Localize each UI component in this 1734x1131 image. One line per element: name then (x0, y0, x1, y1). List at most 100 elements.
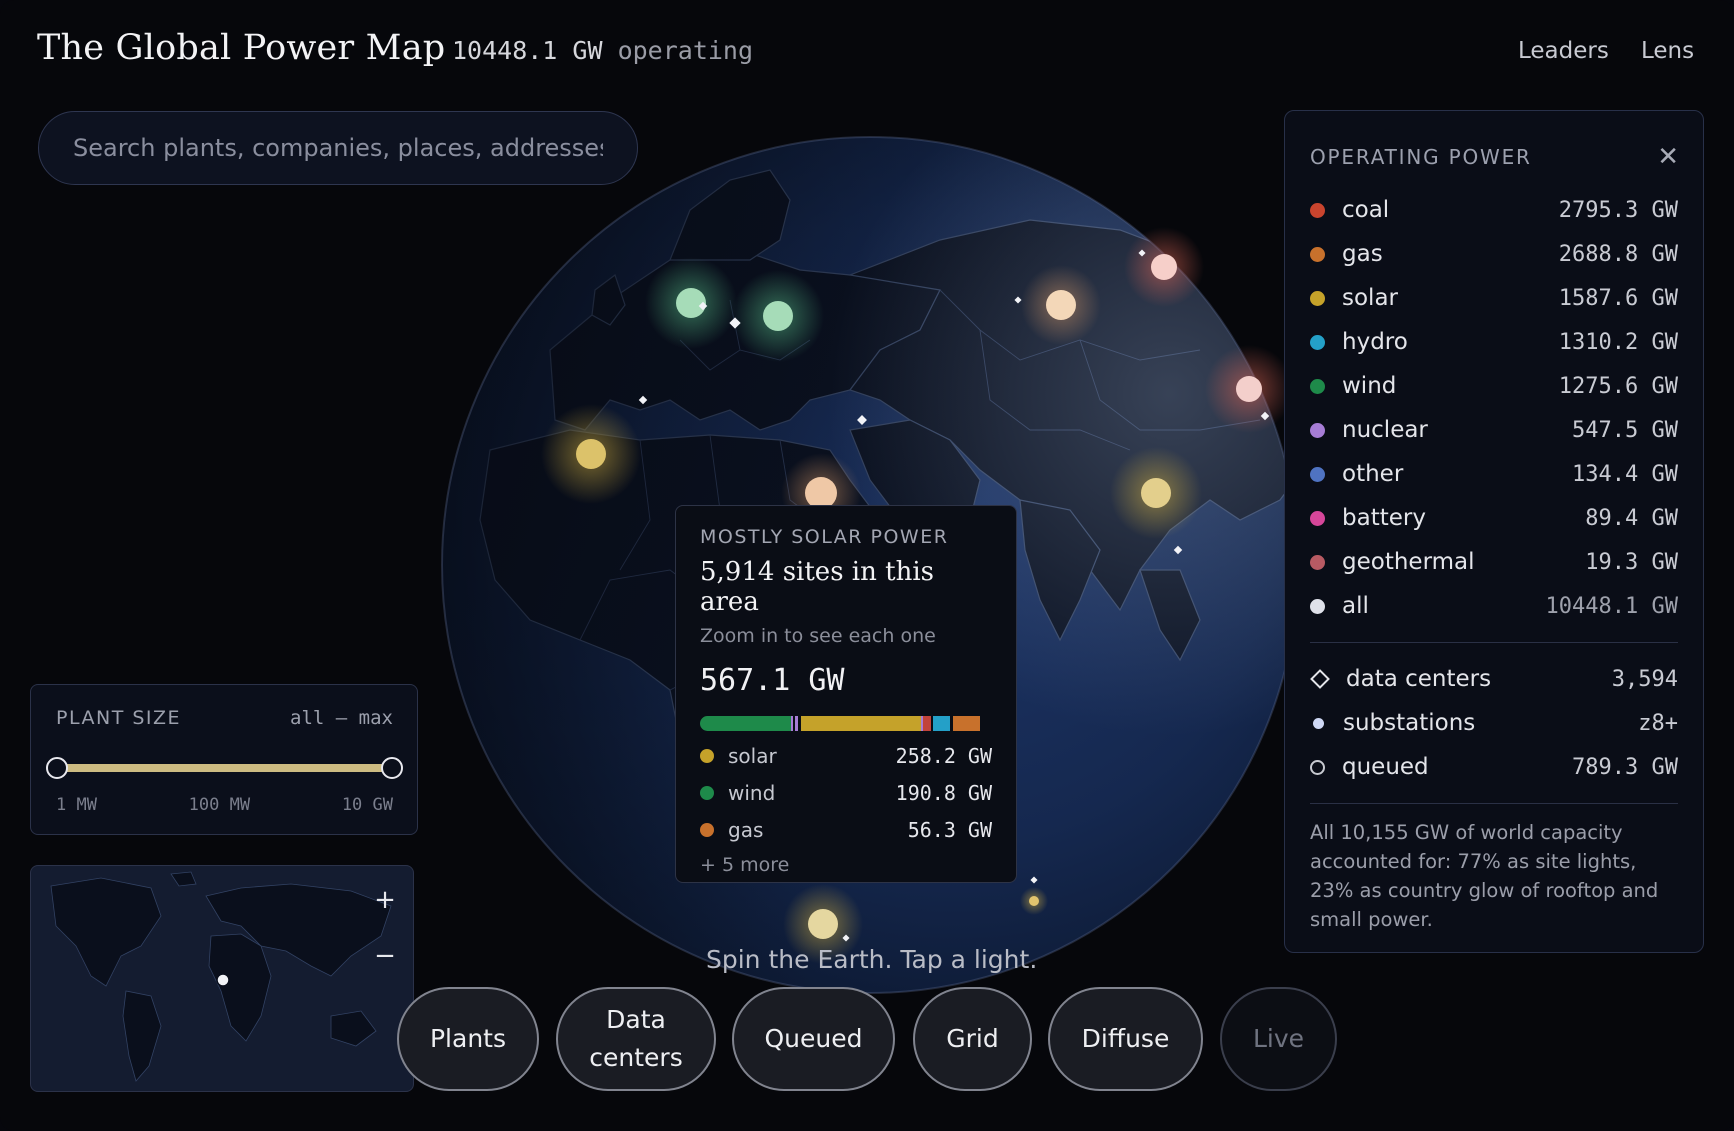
mix-bar-segment (923, 716, 931, 731)
search-box[interactable] (38, 111, 638, 185)
operating-total: 10448.1 GW operating (452, 36, 753, 65)
layer-label: queued (1342, 754, 1429, 780)
interaction-hint: Spin the Earth. Tap a light. (706, 945, 1038, 974)
source-label: hydro (1342, 329, 1408, 355)
wind-dot-icon (1310, 378, 1325, 394)
source-value: 10448.1 GW (1545, 593, 1678, 619)
source-list: coal 2795.3 GW gas 2688.8 GW solar 1587.… (1310, 188, 1678, 934)
mix-bar-segment (932, 716, 951, 731)
app-title: The Global Power Map (37, 28, 446, 68)
plant-size-slider-track[interactable] (57, 764, 393, 772)
tooltip-row: gas 56.3 GW (700, 817, 992, 842)
plant-size-title: PLANT SIZE (56, 707, 182, 729)
layer-label: substations (1343, 710, 1476, 736)
source-value: 547.5 GW (1572, 417, 1678, 443)
search-input[interactable] (39, 112, 637, 184)
operating-total-value: 10448.1 GW (452, 36, 603, 65)
light-gas-cluster[interactable] (1046, 290, 1076, 320)
source-value: 19.3 GW (1585, 549, 1678, 575)
ring-icon (1310, 759, 1325, 775)
source-row-solar[interactable]: solar 1587.6 GW (1310, 276, 1678, 320)
source-label: wind (1342, 373, 1397, 399)
close-icon[interactable]: ✕ (1657, 142, 1679, 172)
diffuse-button[interactable]: Diffuse (1048, 987, 1203, 1091)
live-button[interactable]: Live (1220, 987, 1337, 1091)
light-solar-cluster[interactable] (576, 439, 606, 469)
plant-size-min-handle[interactable] (46, 757, 68, 779)
tooltip-row-value: 258.2 GW (895, 743, 992, 768)
plants-button[interactable]: Plants (397, 987, 539, 1091)
queued-button-label: Queued (764, 1024, 863, 1053)
label-line: Data (606, 1005, 666, 1034)
light-wind-cluster[interactable] (676, 288, 706, 318)
source-row-wind[interactable]: wind 1275.6 GW (1310, 364, 1678, 408)
substation-dot-icon (1313, 717, 1324, 729)
tooltip-row-value: 190.8 GW (895, 780, 992, 805)
source-row-geothermal[interactable]: geothermal 19.3 GW (1310, 540, 1678, 584)
light-coal-cluster[interactable] (1236, 376, 1262, 402)
source-label: all (1342, 593, 1369, 619)
divider (1310, 803, 1678, 804)
light-solar-site[interactable] (1029, 896, 1039, 906)
light-solar-cluster[interactable] (1141, 478, 1171, 508)
all-dot-icon (1310, 598, 1325, 614)
source-row-gas[interactable]: gas 2688.8 GW (1310, 232, 1678, 276)
diamond-icon (1310, 669, 1330, 689)
cluster-tooltip: MOSTLY SOLAR POWER 5,914 sites in this a… (675, 505, 1017, 883)
label-line: centers (589, 1043, 683, 1072)
plant-size-range: all — max (290, 707, 393, 729)
operating-power-panel: OPERATING POWER ✕ coal 2795.3 GW gas 268… (1284, 110, 1704, 953)
mix-bar-segment (952, 716, 981, 731)
tick-label: 10 GW (341, 795, 393, 815)
tooltip-kicker: MOSTLY SOLAR POWER (700, 526, 949, 548)
source-row-all[interactable]: all 10448.1 GW (1310, 584, 1678, 628)
source-label: battery (1342, 505, 1426, 531)
plant-size-max-handle[interactable] (381, 757, 403, 779)
source-value: 2688.8 GW (1558, 241, 1678, 267)
tooltip-rows: solar 258.2 GW wind 190.8 GW gas 56.3 GW (700, 743, 992, 842)
source-row-other[interactable]: other 134.4 GW (1310, 452, 1678, 496)
source-value: 89.4 GW (1585, 505, 1678, 531)
geothermal-dot-icon (1310, 554, 1325, 570)
grid-button-label: Grid (946, 1024, 999, 1053)
nav-lens-link[interactable]: Lens (1641, 38, 1694, 64)
tooltip-row-label: wind (728, 780, 776, 805)
source-row-nuclear[interactable]: nuclear 547.5 GW (1310, 408, 1678, 452)
zoom-in-button[interactable]: + (365, 880, 405, 920)
gas-dot-icon (1310, 246, 1325, 262)
grid-button[interactable]: Grid (913, 987, 1032, 1091)
tooltip-row: solar 258.2 GW (700, 743, 992, 768)
data-centers-button[interactable]: Data centers (556, 987, 716, 1091)
tooltip-more-link[interactable]: + 5 more (700, 854, 992, 876)
layer-row-substations[interactable]: substations z8+ (1310, 701, 1678, 745)
source-label: coal (1342, 197, 1390, 223)
nav-leaders-link[interactable]: Leaders (1518, 38, 1609, 64)
world-minimap[interactable]: + − (30, 865, 414, 1092)
app-frame: The Global Power Map 10448.1 GW operatin… (0, 0, 1734, 1131)
solar-dot-icon (1310, 290, 1325, 306)
source-row-coal[interactable]: coal 2795.3 GW (1310, 188, 1678, 232)
queued-button[interactable]: Queued (732, 987, 895, 1091)
layer-label: data centers (1346, 666, 1492, 692)
plant-size-ticks: 1 MW 100 MW 10 GW (56, 795, 393, 815)
layer-row-data-centers[interactable]: data centers 3,594 (1310, 657, 1678, 701)
live-button-label: Live (1252, 1024, 1305, 1053)
minimap-location-marker (216, 973, 230, 987)
tooltip-row-value: 56.3 GW (907, 817, 992, 842)
light-wind-cluster[interactable] (763, 301, 793, 331)
tooltip-row-label: solar (728, 743, 777, 768)
source-value: 134.4 GW (1572, 461, 1678, 487)
tooltip-row: wind 190.8 GW (700, 780, 992, 805)
zoom-out-button[interactable]: − (365, 936, 405, 976)
source-dot-icon (700, 748, 714, 763)
layer-row-queued[interactable]: queued 789.3 GW (1310, 745, 1678, 789)
light-coal-cluster[interactable] (1151, 254, 1177, 280)
source-label: gas (1342, 241, 1383, 267)
source-dot-icon (700, 785, 714, 800)
minimap-zoom-controls: + − (357, 880, 413, 976)
light-solar-cluster[interactable] (808, 909, 838, 939)
source-row-battery[interactable]: battery 89.4 GW (1310, 496, 1678, 540)
layer-value: 3,594 (1611, 666, 1678, 692)
other-dot-icon (1310, 466, 1325, 482)
source-row-hydro[interactable]: hydro 1310.2 GW (1310, 320, 1678, 364)
